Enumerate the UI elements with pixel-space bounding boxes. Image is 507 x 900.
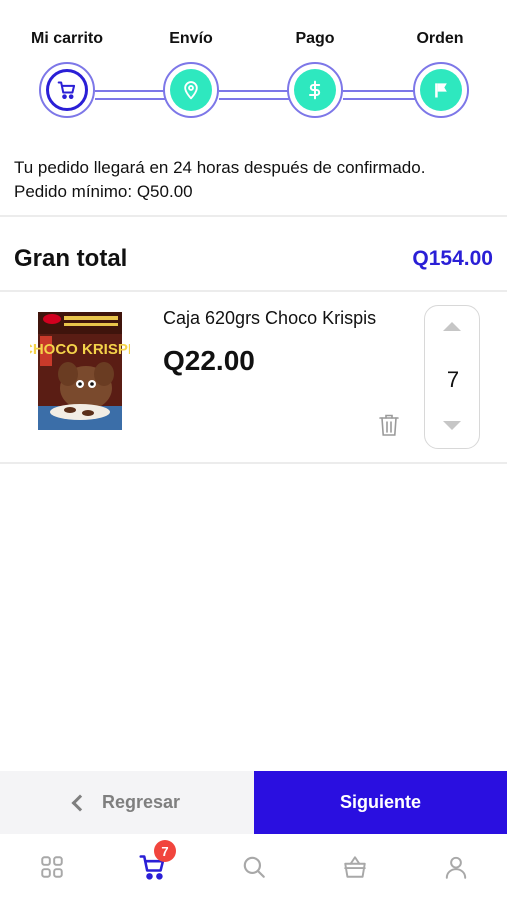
- search-icon: [243, 856, 265, 878]
- decrement-arrow-icon[interactable]: [443, 421, 461, 430]
- bottom-tab-bar: 7: [0, 834, 507, 900]
- delivery-time-text: Tu pedido llegará en 24 horas después de…: [14, 158, 426, 177]
- step-order[interactable]: [413, 62, 469, 118]
- delivery-info: Tu pedido llegará en 24 horas después de…: [14, 156, 499, 204]
- product-image: CHOCO KRISPIS: [30, 312, 130, 430]
- divider: [0, 215, 507, 217]
- step-payment[interactable]: [287, 62, 343, 118]
- tab-home[interactable]: [37, 852, 67, 882]
- step-cart[interactable]: [39, 62, 95, 118]
- checkout-stepper: Mi carrito Envío Pago Orden: [0, 0, 507, 140]
- back-button[interactable]: Regresar: [0, 771, 254, 834]
- shopping-bag-icon: [344, 856, 366, 878]
- next-button[interactable]: Siguiente: [254, 771, 507, 834]
- step-connector: [95, 90, 167, 100]
- flag-icon: [435, 83, 447, 98]
- step-label-payment: Pago: [295, 30, 335, 47]
- grand-total-label: Gran total: [14, 245, 128, 272]
- location-pin-icon: [184, 81, 198, 100]
- step-shipping[interactable]: [163, 62, 219, 118]
- product-price: Q22.00: [163, 345, 255, 376]
- increment-arrow-icon[interactable]: [443, 322, 461, 331]
- step-label-order: Orden: [416, 30, 464, 47]
- tab-cart[interactable]: 7: [138, 840, 176, 882]
- divider: [0, 290, 507, 292]
- next-button-label: Siguiente: [339, 792, 421, 812]
- step-connector: [219, 90, 291, 100]
- grid-icon: [41, 856, 63, 878]
- product-name: Caja 620grs Choco Krispis: [163, 308, 377, 328]
- minimum-order-text: Pedido mínimo: Q50.00: [14, 182, 193, 201]
- back-button-label: Regresar: [101, 792, 181, 812]
- dollar-icon: [309, 80, 321, 100]
- user-icon: [445, 856, 467, 879]
- divider: [0, 462, 507, 464]
- cart-count-badge: 7: [154, 840, 176, 862]
- grand-total-value: Q154.00: [412, 247, 493, 270]
- svg-text:CHOCO KRISPIS: CHOCO KRISPIS: [30, 341, 130, 358]
- step-label-shipping: Envío: [169, 30, 213, 47]
- tab-orders[interactable]: [340, 852, 370, 882]
- trash-icon[interactable]: [378, 413, 400, 437]
- tab-search[interactable]: [239, 852, 269, 882]
- quantity-stepper: 7: [424, 305, 480, 449]
- step-label-cart: Mi carrito: [30, 30, 103, 47]
- cart-icon: [57, 81, 76, 99]
- step-connector: [343, 90, 419, 100]
- chevron-left-icon: [71, 794, 89, 811]
- tab-profile[interactable]: [441, 852, 471, 882]
- quantity-value: 7: [446, 367, 460, 392]
